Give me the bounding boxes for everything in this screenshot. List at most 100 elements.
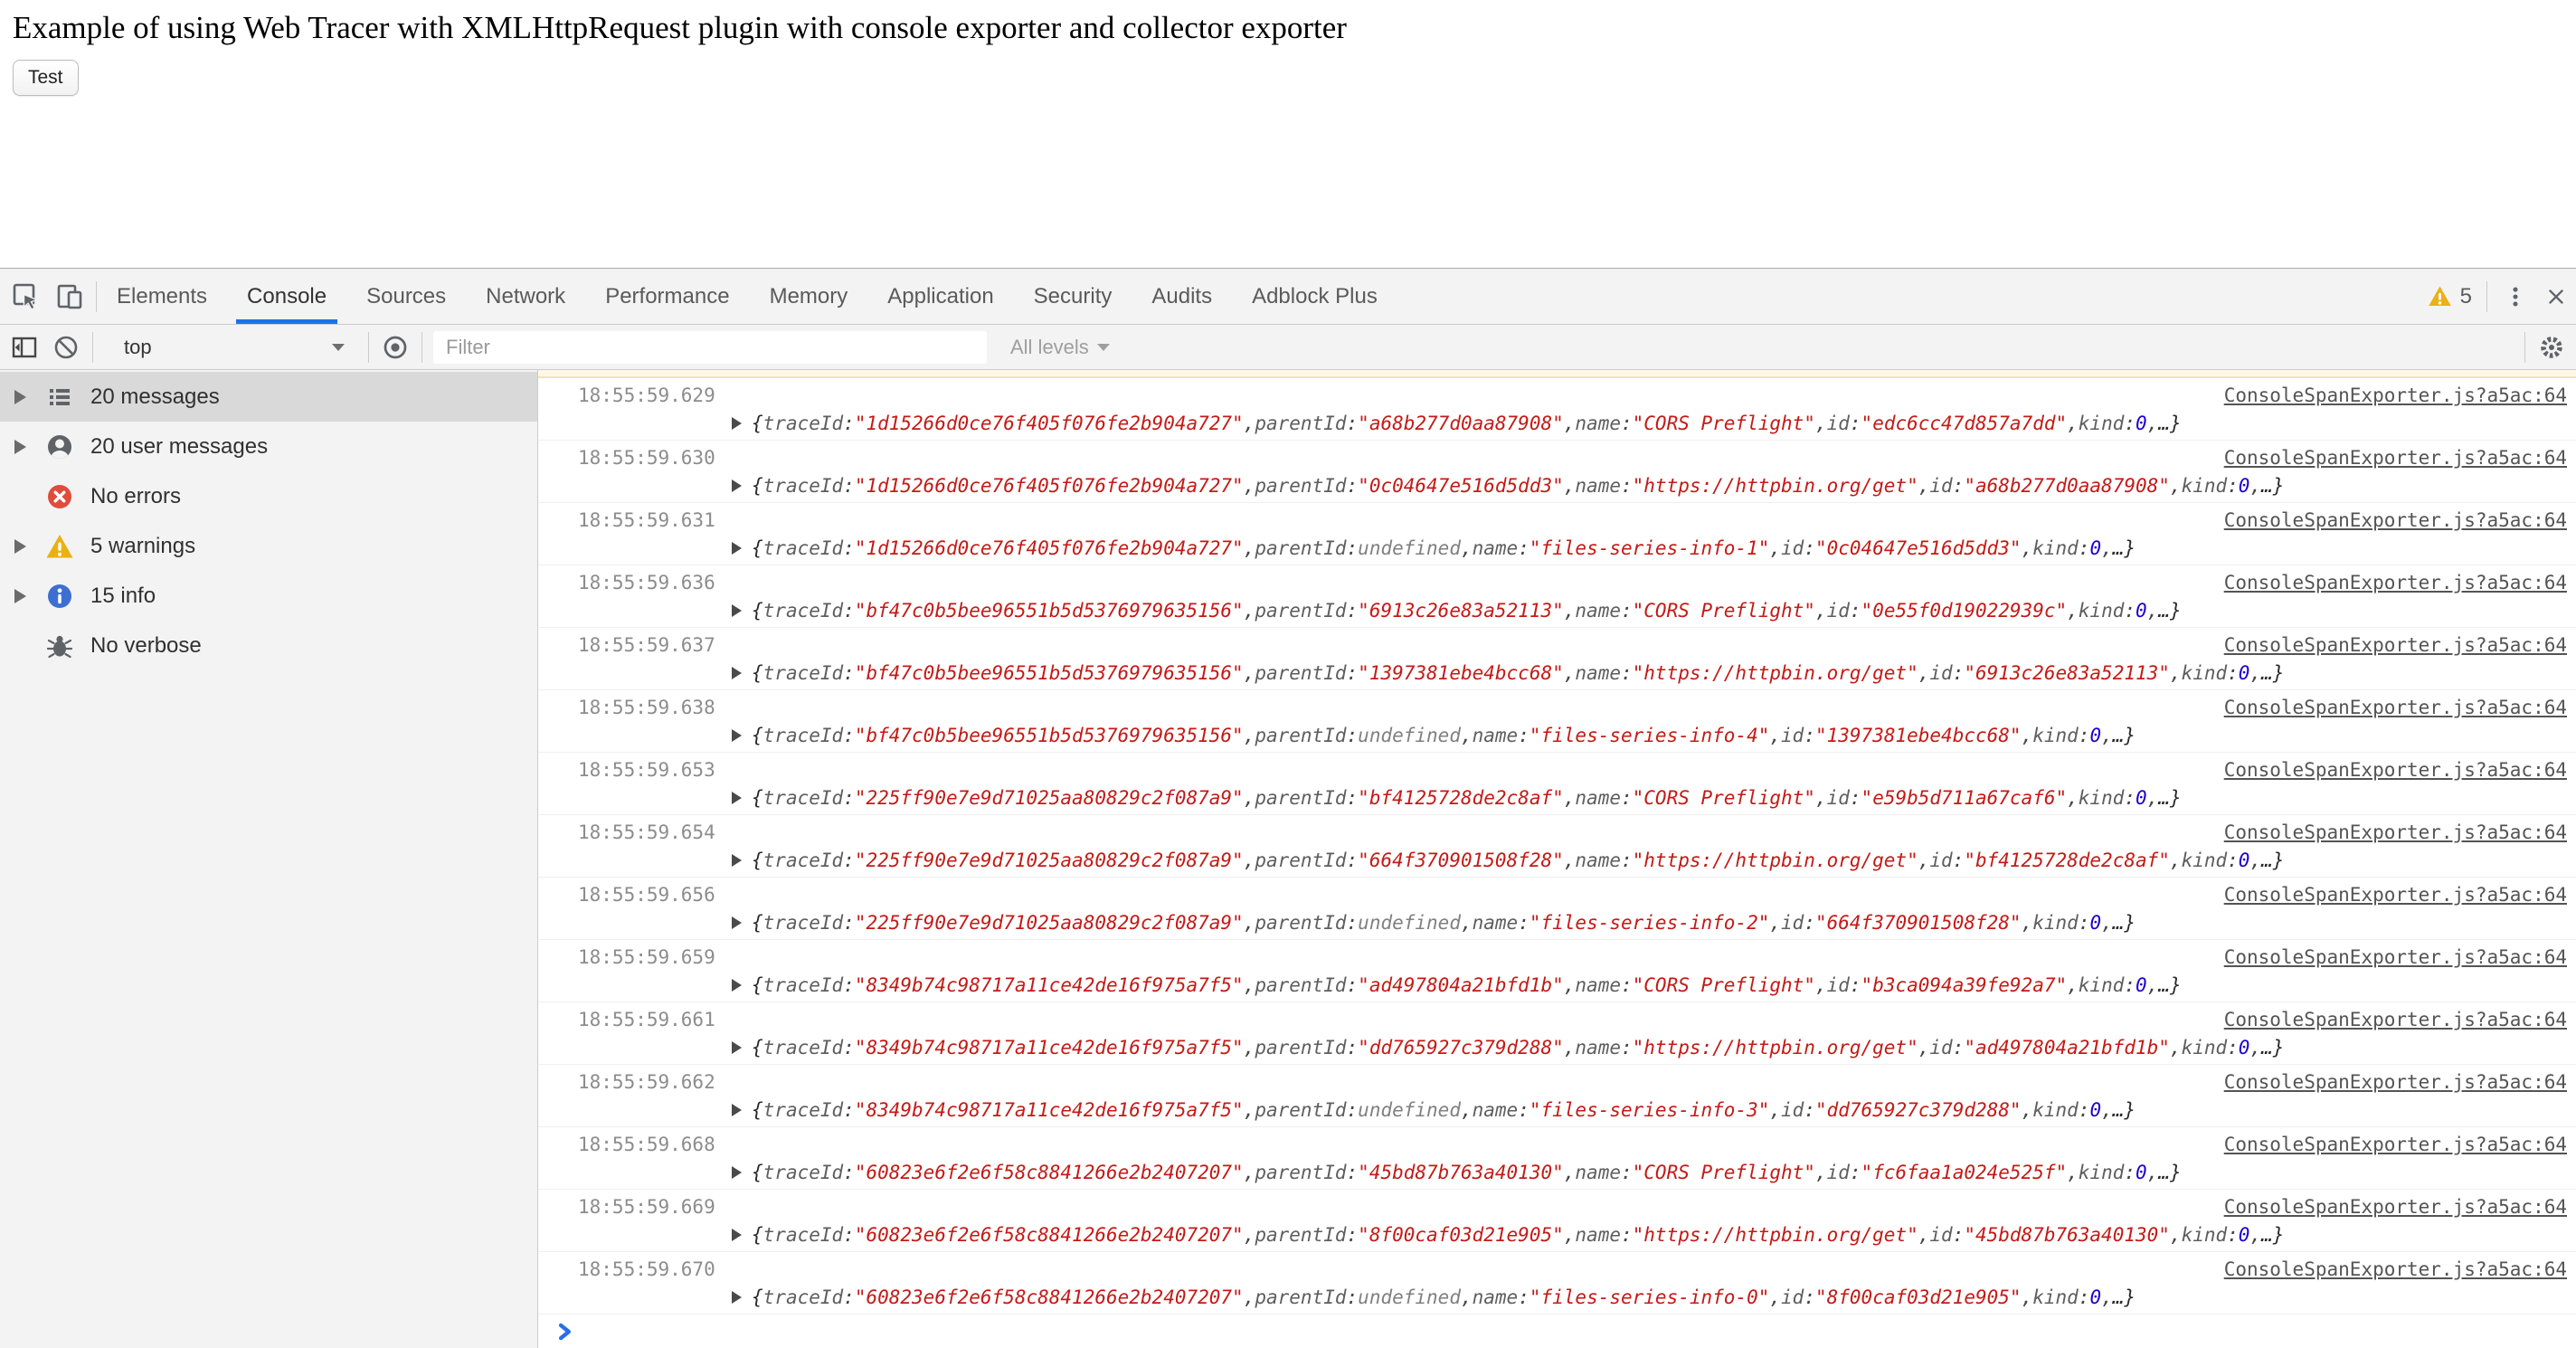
message-source-link[interactable]: ConsoleSpanExporter.js?a5ac:64: [2224, 1134, 2567, 1155]
expand-object-icon[interactable]: [732, 479, 742, 492]
expand-object-icon[interactable]: [732, 1229, 742, 1241]
message-timestamp: 18:55:59.661: [578, 1009, 715, 1030]
message-source-link[interactable]: ConsoleSpanExporter.js?a5ac:64: [2224, 697, 2567, 718]
expand-arrow-icon[interactable]: [14, 440, 29, 454]
clear-console-icon[interactable]: [51, 332, 81, 363]
preview-key: kind: [2079, 974, 2125, 996]
preview-punct: ,: [1244, 850, 1255, 871]
object-preview-line: {traceId: "225ff90e7e9d71025aa80829c2f08…: [538, 846, 2576, 875]
console-message-row: 18:55:59.654ConsoleSpanExporter.js?a5ac:…: [538, 815, 2576, 878]
filter-input[interactable]: [433, 331, 987, 364]
preview-key: parentId: [1255, 537, 1346, 559]
tab-elements[interactable]: Elements: [97, 269, 227, 324]
preview-key: traceId: [763, 475, 844, 497]
message-source-link[interactable]: ConsoleSpanExporter.js?a5ac:64: [2224, 572, 2567, 593]
tab-network[interactable]: Network: [466, 269, 585, 324]
preview-punct: :: [2124, 787, 2136, 809]
tab-security[interactable]: Security: [1014, 269, 1132, 324]
inspect-element-icon[interactable]: [11, 281, 42, 312]
sidebar-item-no-verbose[interactable]: No verbose: [0, 621, 537, 670]
expand-object-icon[interactable]: [732, 542, 742, 555]
tab-audits[interactable]: Audits: [1132, 269, 1232, 324]
sidebar-item-label: 5 warnings: [90, 534, 195, 559]
preview-punct: :: [1850, 413, 1861, 434]
expand-arrow-icon[interactable]: [14, 589, 29, 603]
tab-performance[interactable]: Performance: [585, 269, 749, 324]
log-levels-selector[interactable]: All levels: [1010, 336, 1110, 359]
expand-arrow-icon[interactable]: [14, 390, 29, 404]
preview-punct: :: [1347, 1162, 1359, 1183]
console-prompt[interactable]: [538, 1315, 2576, 1348]
message-source-link[interactable]: ConsoleSpanExporter.js?a5ac:64: [2224, 884, 2567, 906]
tab-memory[interactable]: Memory: [750, 269, 868, 324]
message-source-link[interactable]: ConsoleSpanExporter.js?a5ac:64: [2224, 1071, 2567, 1093]
console-sidebar-toggle-icon[interactable]: [9, 332, 40, 363]
object-preview-line: {traceId: "225ff90e7e9d71025aa80829c2f08…: [538, 783, 2576, 812]
message-source-link[interactable]: ConsoleSpanExporter.js?a5ac:64: [2224, 1009, 2567, 1030]
preview-brace: {: [752, 787, 763, 809]
preview-key: traceId: [763, 1162, 844, 1183]
expand-object-icon[interactable]: [732, 979, 742, 992]
preview-string: "https://httpbin.org/get": [1633, 1224, 1918, 1246]
message-source-link[interactable]: ConsoleSpanExporter.js?a5ac:64: [2224, 1196, 2567, 1218]
message-source-link[interactable]: ConsoleSpanExporter.js?a5ac:64: [2224, 447, 2567, 469]
preview-ellipsis-brace: …}: [2113, 1286, 2136, 1308]
tab-console[interactable]: Console: [227, 269, 346, 324]
object-preview-line: {traceId: "bf47c0b5bee96551b5d5376979635…: [538, 596, 2576, 625]
expand-object-icon[interactable]: [732, 916, 742, 929]
preview-punct: :: [1621, 413, 1633, 434]
preview-key: name: [1575, 600, 1621, 622]
test-button[interactable]: Test: [13, 60, 79, 96]
expand-object-icon[interactable]: [732, 604, 742, 617]
preview-string: "files-series-info-4": [1530, 725, 1770, 746]
tab-application[interactable]: Application: [867, 269, 1013, 324]
preview-punct: ,: [1564, 850, 1576, 871]
expand-arrow-icon[interactable]: [14, 539, 29, 554]
expand-object-icon[interactable]: [732, 1291, 742, 1304]
preview-number: 0: [2239, 662, 2250, 684]
preview-string: "1d15266d0ce76f405f076fe2b904a727": [855, 413, 1244, 434]
expand-object-icon[interactable]: [732, 667, 742, 679]
console-message-row: 18:55:59.659ConsoleSpanExporter.js?a5ac:…: [538, 940, 2576, 1002]
message-source-link[interactable]: ConsoleSpanExporter.js?a5ac:64: [2224, 946, 2567, 968]
sidebar-item-no-errors[interactable]: No errors: [0, 471, 537, 521]
preview-string: "files-series-info-1": [1530, 537, 1770, 559]
preview-string: "CORS Preflight": [1633, 413, 1815, 434]
preview-key: name: [1473, 725, 1519, 746]
preview-undefined: undefined: [1358, 537, 1461, 559]
tab-adblock-plus[interactable]: Adblock Plus: [1232, 269, 1397, 324]
preview-string: "60823e6f2e6f58c8841266e2b2407207": [855, 1162, 1244, 1183]
message-source-link[interactable]: ConsoleSpanExporter.js?a5ac:64: [2224, 384, 2567, 406]
expand-object-icon[interactable]: [732, 729, 742, 742]
close-icon[interactable]: [2543, 284, 2569, 309]
message-source-link[interactable]: ConsoleSpanExporter.js?a5ac:64: [2224, 1258, 2567, 1280]
sidebar-item-5-warnings[interactable]: 5 warnings: [0, 521, 537, 571]
kebab-menu-icon[interactable]: [2502, 283, 2529, 310]
message-source-link[interactable]: ConsoleSpanExporter.js?a5ac:64: [2224, 821, 2567, 843]
sidebar-item-15-info[interactable]: 15 info: [0, 571, 537, 621]
tabbar-tabs: ElementsConsoleSourcesNetworkPerformance…: [97, 269, 1397, 324]
expand-object-icon[interactable]: [732, 1166, 742, 1179]
preview-number: 0: [2136, 787, 2147, 809]
message-source-link[interactable]: ConsoleSpanExporter.js?a5ac:64: [2224, 759, 2567, 781]
expand-object-icon[interactable]: [732, 1041, 742, 1054]
tabbar-right: 5: [2428, 269, 2576, 324]
device-toolbar-icon[interactable]: [54, 281, 85, 312]
console-settings-gear-icon[interactable]: [2536, 332, 2567, 363]
preview-key: kind: [2182, 850, 2228, 871]
expand-object-icon[interactable]: [732, 854, 742, 867]
execution-context-selector[interactable]: top: [104, 336, 357, 359]
expand-object-icon[interactable]: [732, 1104, 742, 1116]
preview-punct: ,: [2022, 1286, 2033, 1308]
tab-sources[interactable]: Sources: [346, 269, 466, 324]
sidebar-item-20-user-messages[interactable]: 20 user messages: [0, 422, 537, 471]
expand-object-icon[interactable]: [732, 417, 742, 430]
warning-count-badge[interactable]: 5: [2428, 284, 2472, 309]
sidebar-item-20-messages[interactable]: 20 messages: [0, 372, 537, 422]
expand-object-icon[interactable]: [732, 792, 742, 804]
preview-key: name: [1575, 974, 1621, 996]
message-source-link[interactable]: ConsoleSpanExporter.js?a5ac:64: [2224, 509, 2567, 531]
live-expression-eye-icon[interactable]: [380, 332, 411, 363]
message-source-link[interactable]: ConsoleSpanExporter.js?a5ac:64: [2224, 634, 2567, 656]
preview-punct: ,: [1244, 537, 1255, 559]
